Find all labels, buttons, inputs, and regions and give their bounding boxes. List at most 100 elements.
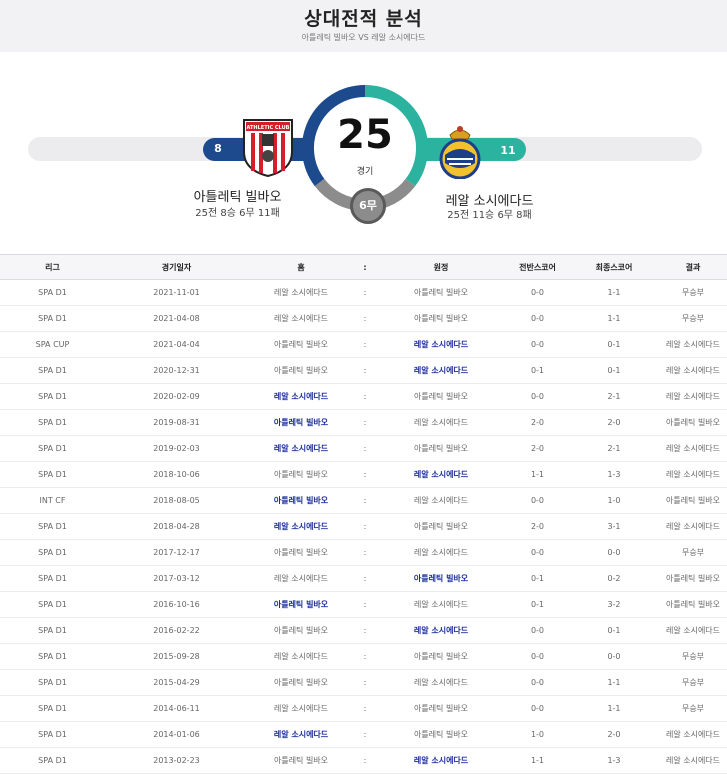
row-half-score: 0-0 [530,626,545,635]
row-half-score: 0-0 [530,288,545,297]
row-result: 레알 소시에다드 [665,444,721,453]
row-away-team: 레알 소시에다드 [413,340,469,349]
row-league: SPA D1 [38,392,67,401]
row-separator: : [363,392,367,401]
row-half-score: 0-0 [530,652,545,661]
table-row[interactable]: SPA D1 2016-10-16 아틀레틱 빌바오: 레알 소시에다드 0-1 3-2 아… [0,592,727,618]
row-separator: : [363,600,367,609]
row-away-team: 아틀레틱 빌바오 [413,314,469,323]
row-away-team: 아틀레틱 빌바오 [413,444,469,453]
row-date: 2020-02-09 [153,392,200,401]
row-result: 레알 소시에다드 [665,626,721,635]
row-away-team: 레알 소시에다드 [413,496,469,505]
header-result: 결과 [685,262,701,272]
row-home-team: 아틀레틱 빌바오 [273,470,329,479]
row-separator: : [363,288,367,297]
row-separator: : [363,444,367,453]
row-league: SPA D1 [38,314,67,323]
row-home-team: 아틀레틱 빌바오 [273,418,329,427]
table-row[interactable]: SPA D1 2016-02-22 아틀레틱 빌바오: 레알 소시에다드 0-0 0-1 레… [0,618,727,644]
row-half-score: 0-1 [530,600,545,609]
row-league: SPA D1 [38,756,67,765]
row-home-team: 레알 소시에다드 [273,574,329,583]
row-away-team: 아틀레틱 빌바오 [413,704,469,713]
row-half-score: 2-0 [530,444,545,453]
table-row[interactable]: SPA D1 2015-04-29 아틀레틱 빌바오: 레알 소시에다드 0-0 1-1 무… [0,670,727,696]
row-separator: : [363,366,367,375]
row-final-score: 1-3 [607,756,621,765]
table-row[interactable]: SPA D1 2013-02-23 아틀레틱 빌바오: 레알 소시에다드 1-1 1-3 레… [0,748,727,774]
row-date: 2021-04-08 [153,314,200,323]
row-final-score: 2-0 [607,418,621,427]
row-away-team: 아틀레틱 빌바오 [413,652,469,661]
table-row[interactable]: SPA D1 2021-11-01 레알 소시에다드: 아틀레틱 빌바오 0-0 1-1 무… [0,280,727,306]
table-row[interactable]: INT CF 2018-08-05 아틀레틱 빌바오: 레알 소시에다드 0-0 1-0 아… [0,488,727,514]
row-separator: : [363,704,367,713]
row-half-score: 1-1 [530,756,545,765]
row-league: SPA D1 [38,704,67,713]
table-row[interactable]: SPA D1 2014-06-11 레알 소시에다드: 아틀레틱 빌바오 0-0 1-1 무… [0,696,727,722]
row-home-team: 아틀레틱 빌바오 [273,496,329,505]
row-date: 2021-04-04 [153,340,200,349]
row-result: 아틀레틱 빌바오 [665,574,721,583]
row-away-team: 레알 소시에다드 [413,470,469,479]
row-result: 레알 소시에다드 [665,522,721,531]
crest-home-text: ATHLETIC CLUB [247,125,290,131]
row-away-team: 아틀레틱 빌바오 [413,730,469,739]
away-team-record: 25전 11승 6무 8패 [447,210,532,221]
row-home-team: 아틀레틱 빌바오 [273,366,329,375]
row-date: 2016-02-22 [153,626,200,635]
row-final-score: 2-1 [607,444,621,453]
row-away-team: 레알 소시에다드 [413,366,469,375]
row-separator: : [363,756,367,765]
row-league: SPA D1 [38,626,67,635]
total-games-number: 25 [337,112,393,158]
table-row[interactable]: SPA D1 2019-08-31 아틀레틱 빌바오: 레알 소시에다드 2-0 2-0 아… [0,410,727,436]
row-away-team: 레알 소시에다드 [413,756,469,765]
row-away-team: 아틀레틱 빌바오 [413,574,469,583]
row-home-team: 아틀레틱 빌바오 [273,340,329,349]
row-result: 아틀레틱 빌바오 [665,418,721,427]
row-separator: : [363,314,367,323]
row-half-score: 0-1 [530,574,545,583]
table-row[interactable]: SPA D1 2019-02-03 레알 소시에다드: 아틀레틱 빌바오 2-0 2-1 레… [0,436,727,462]
row-league: SPA D1 [38,574,67,583]
row-separator: : [363,340,367,349]
row-date: 2019-02-03 [153,444,200,453]
table-row[interactable]: SPA D1 2021-04-08 레알 소시에다드: 아틀레틱 빌바오 0-0 1-1 무… [0,306,727,332]
row-date: 2019-08-31 [153,418,200,427]
row-home-team: 레알 소시에다드 [273,288,329,297]
row-separator: : [363,574,367,583]
row-league: SPA D1 [38,522,67,531]
table-header: 리그 경기일자 홈 : 원정 전반스코어 최종스코어 결과 [0,254,727,280]
row-away-team: 아틀레틱 빌바오 [413,392,469,401]
table-row[interactable]: SPA D1 2020-02-09 레알 소시에다드: 아틀레틱 빌바오 0-0 2-1 레… [0,384,727,410]
header-date: 경기일자 [161,262,192,272]
row-separator: : [363,548,367,557]
table-row[interactable]: SPA D1 2017-12-17 아틀레틱 빌바오: 레알 소시에다드 0-0 0-0 무… [0,540,727,566]
header-final-score: 최종스코어 [595,262,633,272]
row-date: 2014-01-06 [153,730,200,739]
table-row[interactable]: SPA D1 2017-03-12 레알 소시에다드: 아틀레틱 빌바오 0-1 0-2 아… [0,566,727,592]
table-row[interactable]: SPA D1 2018-10-06 아틀레틱 빌바오: 레알 소시에다드 1-1 1-3 레… [0,462,727,488]
table-row[interactable]: SPA D1 2018-04-28 레알 소시에다드: 아틀레틱 빌바오 2-0 3-1 레… [0,514,727,540]
row-half-score: 0-0 [530,678,545,687]
row-half-score: 0-0 [530,392,545,401]
row-separator: : [363,418,367,427]
row-home-team: 아틀레틱 빌바오 [273,548,329,557]
row-final-score: 3-1 [607,522,621,531]
row-result: 레알 소시에다드 [665,392,721,401]
row-date: 2018-08-05 [153,496,200,505]
table-row[interactable]: SPA D1 2020-12-31 아틀레틱 빌바오: 레알 소시에다드 0-1 0-1 레… [0,358,727,384]
row-away-team: 아틀레틱 빌바오 [413,522,469,531]
home-wins-count: 8 [214,142,222,155]
row-separator: : [363,522,367,531]
table-row[interactable]: SPA CUP 2021-04-04 아틀레틱 빌바오: 레알 소시에다드 0-0 0-1… [0,332,727,358]
row-date: 2018-10-06 [153,470,200,479]
row-half-score: 1-1 [530,470,545,479]
row-final-score: 2-0 [607,730,621,739]
table-row[interactable]: SPA D1 2014-01-06 레알 소시에다드: 아틀레틱 빌바오 1-0 2-0 레… [0,722,727,748]
row-league: SPA D1 [38,652,67,661]
row-league: SPA D1 [38,288,67,297]
table-row[interactable]: SPA D1 2015-09-28 레알 소시에다드: 아틀레틱 빌바오 0-0 0-0 무… [0,644,727,670]
